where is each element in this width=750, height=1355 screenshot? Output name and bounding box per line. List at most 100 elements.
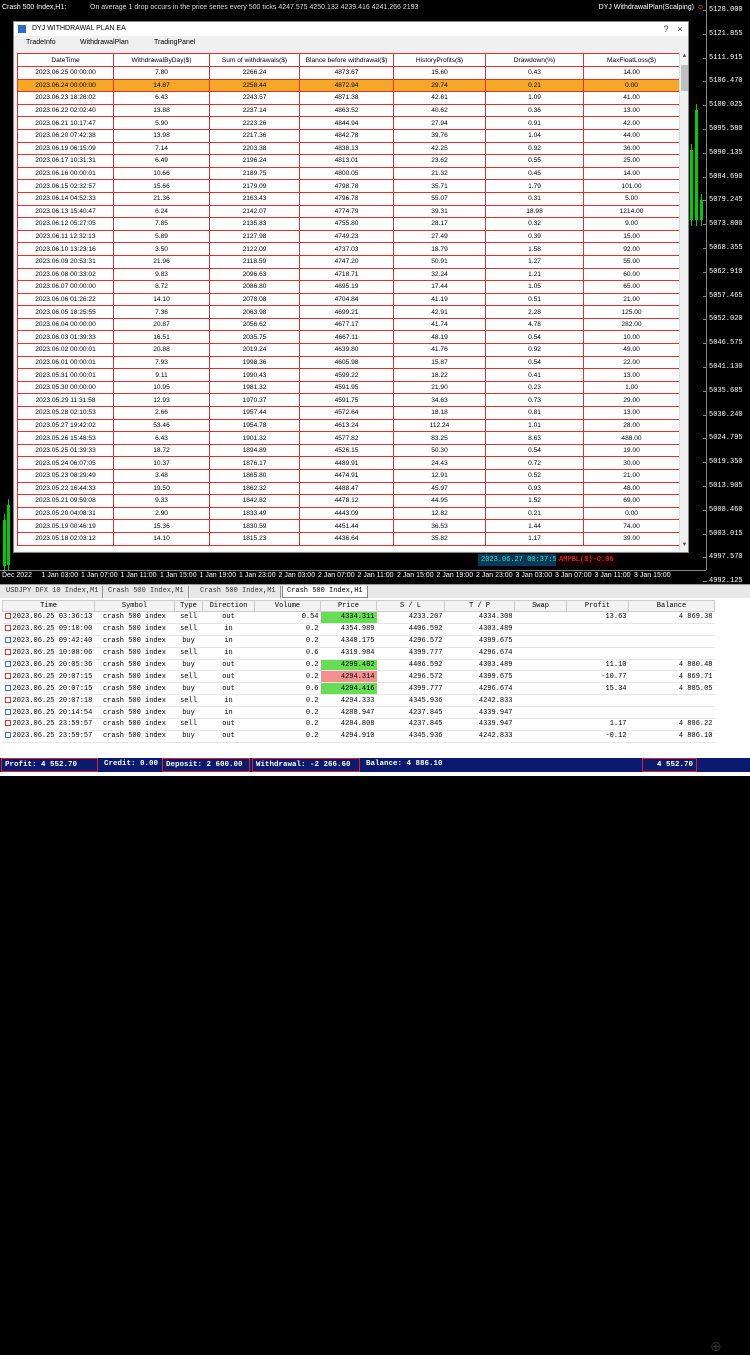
withdrawal-row[interactable]: 2023.05.18 02:03:12 14.10 1815.23 4436.64 35… — [17, 531, 679, 546]
zoom-icon[interactable]: ⊕ — [710, 1338, 726, 1354]
trade-row[interactable]: 2023.06.25 10:08:06 crash 500 index sell in… — [2, 647, 715, 660]
withdrawal-row[interactable]: 2023.05.25 01:39:33 18.72 1894.89 4526.15 50… — [17, 443, 679, 458]
symbol-tab-crash500-m1-b[interactable]: Crash 500 Index,M1 — [196, 586, 281, 598]
withdrawal-column-header[interactable]: HistoryProfits($) — [393, 53, 486, 67]
withdrawal-row[interactable]: 2023.06.06 01:26:22 14.10 2078.08 4704.84 41… — [17, 292, 679, 307]
trade-row[interactable]: 2023.06.25 09:42:40 crash 500 index buy in 0… — [2, 635, 715, 648]
trade-column-header[interactable]: S / L — [376, 600, 445, 612]
withdrawal-row[interactable]: 2023.05.24 06:07:05 10.37 1876.17 4489.91 24… — [17, 456, 679, 470]
withdrawal-row[interactable]: 2023.06.02 00:00:01 20.88 2019.24 4639.80 41… — [17, 343, 679, 357]
help-icon[interactable]: ? — [660, 23, 672, 35]
withdrawal-row[interactable]: 2023.06.20 07:42:38 13.98 2217.36 4842.78 39… — [17, 128, 679, 143]
withdrawal-column-header[interactable]: DateTime — [17, 53, 114, 67]
withdrawal-row[interactable]: 2023.06.07 00:00:00 8.72 2086.80 4695.19 17.… — [17, 280, 679, 294]
withdrawal-row[interactable]: 2023.06.03 01:39:33 16.51 2035.75 4667.11 48… — [17, 330, 679, 345]
withdrawal-row[interactable]: 2023.06.05 18:25:55 7.36 2063.98 4699.21 42.… — [17, 305, 679, 319]
withdrawal-row[interactable]: 2023.06.04 00:00:00 20.87 2056.62 4677.17 41… — [17, 317, 679, 332]
withdrawal-row[interactable]: 2023.06.15 02:32:57 15.66 2179.09 4798.78 35… — [17, 179, 679, 193]
trade-row[interactable]: 2023.06.25 20:07:15 crash 500 index sell ou… — [2, 670, 715, 684]
withdrawal-row[interactable]: 2023.06.17 10:31:31 6.49 2196.24 4813.01 23.… — [17, 154, 679, 168]
deal-type-icon — [4, 613, 11, 620]
withdrawal-cell: 2237.14 — [209, 103, 300, 118]
scroll-down-icon[interactable]: ▼ — [680, 542, 689, 551]
withdrawal-cell: 4873.67 — [299, 66, 394, 80]
withdrawal-row[interactable]: 2023.06.25 00:00:00 7.80 2266.24 4873.67 15.… — [17, 66, 679, 80]
trade-time-cell: 2023.06.25 10:08:06 — [2, 647, 95, 660]
trade-column-header[interactable]: Profit — [566, 600, 629, 612]
withdrawal-cell: 4798.78 — [299, 179, 394, 193]
trade-column-header[interactable]: T / P — [444, 600, 515, 612]
withdrawal-row[interactable]: 2023.06.13 15:40:47 6.24 2142.07 4774.79 39.… — [17, 204, 679, 219]
tab-tradeinfo[interactable]: TradeInfo — [26, 39, 56, 46]
withdrawal-row[interactable]: 2023.05.31 00:00:01 9.11 1990.43 4599.22 18.… — [17, 368, 679, 382]
trade-column-header[interactable]: Direction — [202, 600, 255, 612]
trade-column-header[interactable]: Time — [2, 600, 95, 612]
withdrawal-table-container[interactable]: DateTime WithdrawalByDay($) Sum of withdra… — [17, 53, 679, 551]
withdrawal-row[interactable]: 2023.06.22 02:02:40 13.88 2237.14 4863.52 40… — [17, 103, 679, 118]
withdrawal-cell: 2023.06.19 06:15:09 — [17, 141, 114, 156]
price-axis[interactable]: 5128.000 5121.855 5111.915 5106.470 5100.025… — [703, 0, 750, 582]
trade-column-header[interactable]: Swap — [514, 600, 567, 612]
trade-history-terminal[interactable]: Time Symbol Type Direction Volume Price S / LT… — [0, 598, 750, 1354]
withdrawal-row[interactable]: 2023.06.14 04:52:33 21.36 2163.43 4796.78 55… — [17, 191, 679, 206]
withdrawal-row[interactable]: 2023.06.01 00:00:01 7.93 1998.36 4605.98 15.… — [17, 355, 679, 370]
trade-row[interactable]: 2023.06.25 09:10:00 crash 500 index sell in… — [2, 623, 715, 636]
trade-column-header[interactable]: Type — [174, 600, 203, 612]
scroll-thumb[interactable] — [681, 65, 688, 91]
trade-row[interactable]: 2023.06.25 20:07:15 crash 500 index buy out… — [2, 682, 715, 696]
trade-row[interactable]: 2023.06.25 23:59:57 crash 500 index sell ou… — [2, 718, 715, 731]
withdrawal-row[interactable]: 2023.05.22 16:44:33 19.50 1862.32 4488.47 45… — [17, 481, 679, 496]
tab-tradingpanel[interactable]: TradingPanel — [154, 39, 195, 46]
ea-title-bar[interactable]: DYJ WITHDRAWAL PLAN EA ? × — [14, 22, 688, 36]
withdrawal-row[interactable]: 2023.06.11 12:32:13 5.89 2127.98 4749.23 27.… — [17, 229, 679, 244]
withdrawal-row[interactable]: 2023.06.09 20:53:31 21.96 2118.59 4747.20 50… — [17, 254, 679, 269]
withdrawal-column-header[interactable]: Drawdown(%) — [485, 53, 584, 67]
withdrawal-row[interactable]: 2023.06.16 00:00:01 10.66 2189.75 4800.05 21… — [17, 166, 679, 181]
withdrawal-row[interactable]: 2023.05.29 11:31:58 12.93 1970.37 4591.75 34… — [17, 393, 679, 408]
withdrawal-column-header[interactable]: Sum of withdrawals($) — [209, 53, 300, 67]
withdrawal-row[interactable]: 2023.06.19 06:15:09 7.14 2203.38 4838.13 42.… — [17, 141, 679, 156]
trade-column-header[interactable]: Volume — [254, 600, 321, 612]
withdrawal-row[interactable]: 2023.06.08 00:33:02 9.83 2096.63 4718.71 32.… — [17, 267, 679, 282]
withdrawal-row[interactable]: 2023.05.28 02:10:53 2.66 1957.44 4572.64 18.… — [17, 406, 679, 420]
deal-type-icon — [4, 637, 11, 644]
withdrawal-row[interactable]: 2023.05.21 09:59:08 9.33 1842.82 4478.12 44.… — [17, 494, 679, 508]
withdrawal-column-header[interactable]: WithdrawalByDay($) — [113, 53, 210, 67]
trade-column-header[interactable]: Price — [320, 600, 377, 612]
close-icon[interactable]: × — [674, 23, 686, 35]
withdrawal-cell: 4863.52 — [299, 103, 394, 118]
withdrawal-row[interactable]: 2023.06.10 13:23:16 3.50 2122.09 4737.03 18.… — [17, 242, 679, 256]
trade-row[interactable]: 2023.06.25 23:59:57 crash 500 index buy out… — [2, 730, 715, 743]
trade-row[interactable]: 2023.06.25 03:36:13 crash 500 index sell ou… — [2, 611, 715, 624]
withdrawal-row[interactable]: 2023.05.23 08:29:49 3.48 1865.80 4474.91 12.… — [17, 469, 679, 483]
price-chart[interactable]: Crash 500 Index,H1: On average 1 drop oc… — [0, 0, 750, 582]
trade-column-header[interactable]: Balance — [628, 600, 715, 612]
trade-dir-cell: out — [202, 730, 255, 743]
withdrawal-column-header[interactable]: Blance before withdrawal($) — [299, 53, 394, 67]
withdrawal-cell: 4526.15 — [299, 443, 394, 458]
withdrawal-row[interactable]: 2023.05.20 04:08:31 2.90 1833.49 4443.09 12.… — [17, 506, 679, 521]
withdrawal-cell: 69.00 — [583, 494, 679, 508]
withdrawal-row[interactable]: 2023.06.12 05:27:05 7.85 2135.83 4755.80 28.… — [17, 217, 679, 231]
ea-withdrawal-panel[interactable]: DYJ WITHDRAWAL PLAN EA ? × TradeInfo Wit… — [13, 21, 689, 553]
withdrawal-row[interactable]: 2023.05.27 19:42:02 53.46 1954.78 4613.24 11… — [17, 418, 679, 433]
withdrawal-row[interactable]: 2023.06.23 18:26:02 6.43 2243.57 4871.38 42.… — [17, 91, 679, 105]
withdrawal-row[interactable]: 2023.05.26 15:48:53 6.43 1901.32 4577.82 83.… — [17, 431, 679, 445]
trade-time: 2023.06.25 09:10:00 — [12, 625, 93, 634]
trade-row[interactable]: 2023.06.25 20:07:18 crash 500 index sell in… — [2, 694, 715, 708]
scroll-up-icon[interactable]: ▲ — [680, 53, 689, 62]
symbol-tab-crash500-h1[interactable]: Crash 500 Index,H1 — [282, 586, 368, 598]
withdrawal-column-header[interactable]: MaxFloatLoss($) — [583, 53, 679, 67]
withdrawal-row[interactable]: 2023.06.21 10:17:47 5.90 2223.26 4844.94 27.… — [17, 116, 679, 130]
time-axis[interactable]: Dec 2022 1 Jan 03:00 1 Jan 07:00 1 Jan 11:0… — [0, 570, 706, 582]
trade-column-header[interactable]: Symbol — [94, 600, 175, 612]
trade-row[interactable]: 2023.06.25 20:14:54 crash 500 index buy in 0… — [2, 706, 715, 720]
withdrawal-row[interactable]: 2023.05.30 00:00:00 10.95 1981.32 4591.95 21… — [17, 380, 679, 395]
withdrawal-row[interactable]: 2023.05.19 00:46:19 15.36 1830.59 4451.44 36… — [17, 519, 679, 533]
trade-row[interactable]: 2023.06.25 20:05:36 crash 500 index buy out… — [2, 659, 715, 672]
withdrawal-table-scrollbar[interactable]: ▲ ▼ — [679, 53, 688, 551]
tab-withdrawalplan[interactable]: WithdrawalPlan — [80, 39, 129, 46]
symbol-tab-crash500-m1[interactable]: Crash 500 Index,M1 — [104, 586, 189, 598]
symbol-tab-usdjpy[interactable]: USDJPY DFX 10 Index,M1 — [2, 586, 104, 598]
withdrawal-row[interactable]: 2023.06.24 00:00:00 14.87 2258.44 4872.94 29… — [17, 78, 679, 93]
